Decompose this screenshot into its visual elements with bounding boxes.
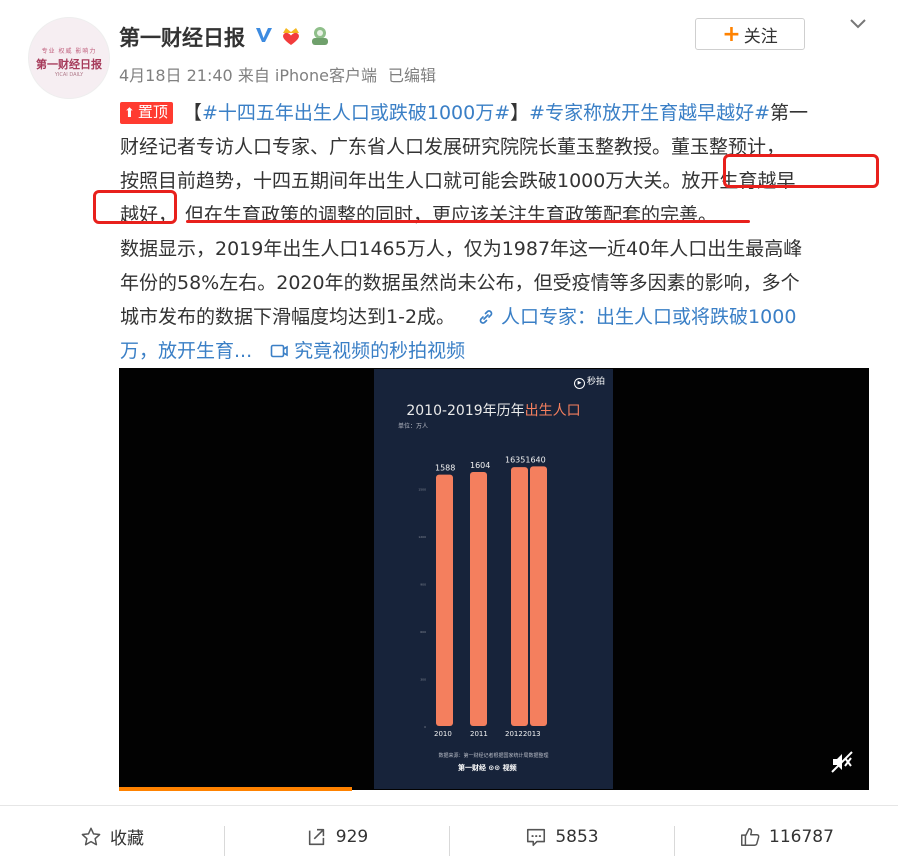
post-date[interactable]: 4月18日 21:40 <box>119 66 233 85</box>
repost-icon <box>308 828 324 845</box>
like-count: 116787 <box>769 826 834 847</box>
comment-button[interactable]: 5853 <box>450 806 674 867</box>
pin-icon: ⬆ <box>124 106 135 121</box>
bar-2012 <box>511 467 528 726</box>
post-line-3-text: 按照目前趋势，十四五期间年出生人口就可能会跌破1000万大关。 <box>120 170 682 192</box>
highlight-box-2 <box>93 190 177 224</box>
member-badge-icon <box>312 27 328 45</box>
chart-source: 数据来源：第一财经记者根据国家统计局数据整理 <box>438 753 549 759</box>
value-label: 16351640 <box>505 455 546 464</box>
star-icon <box>81 827 101 845</box>
bracket-close: 】 <box>510 102 530 124</box>
bar-chart: 0 300 600 900 1200 1500 1588 1604 16351640 2010 20… <box>418 455 547 738</box>
y-tick-label: 900 <box>420 583 426 587</box>
mute-icon[interactable] <box>830 750 854 774</box>
favorite-button[interactable]: 收藏 <box>0 806 224 867</box>
value-label: 1604 <box>470 461 490 470</box>
hashtag-link-1[interactable]: #十四五年出生人口或跌破1000万# <box>202 102 510 124</box>
bar-2011 <box>470 472 487 726</box>
highlight-underline <box>186 220 750 223</box>
bracket-open: 【 <box>182 102 202 124</box>
weibo-post-card: 专业 权威 影响力 第一财经日报 YICAI DAILY 第一财经日报 4月18… <box>0 0 898 867</box>
post-line-7-text: 城市发布的数据下滑幅度均达到1-2成。 <box>120 306 456 328</box>
avatar[interactable]: 专业 权威 影响力 第一财经日报 YICAI DAILY <box>28 17 110 99</box>
avatar-tagline: 专业 权威 影响力 <box>41 48 97 55</box>
post-line-4: 越好， 但在生育政策的调整的同时，更应该关注生育政策配套的完善。 <box>120 198 865 232</box>
article-link-text-1: 人口专家：出生人口或将跌破1000 <box>501 306 797 328</box>
avatar-logo-text: 第一财经日报 <box>36 58 102 71</box>
chevron-down-icon[interactable] <box>848 14 868 34</box>
thumbs-up-icon <box>741 827 760 846</box>
post-source: 来自 iPhone客户端 <box>237 66 377 85</box>
yicai-logo: 第一财经 ⊙⊙ 视频 <box>458 764 517 772</box>
crown-heart-icon <box>283 28 299 45</box>
comment-icon <box>527 828 546 846</box>
link-icon <box>479 310 493 324</box>
action-bar: 收藏 929 5853 116787 <box>0 806 898 867</box>
video-link[interactable]: 究竟视频的秒拍视频 <box>270 340 465 362</box>
repost-count: 929 <box>335 826 369 847</box>
video-link-text: 究竟视频的秒拍视频 <box>294 340 466 362</box>
post-text: ⬆ 置顶 【#十四五年出生人口或跌破1000万#】#专家称放开生育越早越好#第一 财… <box>120 96 865 368</box>
highlight-box-1 <box>723 154 879 188</box>
bar-2013 <box>530 466 547 726</box>
post-line-5: 数据显示，2019年出生人口1465万人，仅为1987年这一近40年人口出生最高… <box>120 238 803 260</box>
y-tick-label: 0 <box>424 725 426 729</box>
article-link-cont[interactable]: 万，放开生育... <box>120 340 252 362</box>
bar-2010 <box>436 474 453 726</box>
video-icon <box>270 344 288 358</box>
y-tick-label: 600 <box>420 630 426 634</box>
favorite-label: 收藏 <box>110 829 144 849</box>
verified-icon <box>256 28 272 42</box>
hashtag-link-2[interactable]: #专家称放开生育越早越好# <box>529 102 770 124</box>
edited-label[interactable]: 已编辑 <box>388 66 436 85</box>
author-name[interactable]: 第一财经日报 <box>119 22 245 52</box>
pinned-label: 置顶 <box>137 103 168 121</box>
post-line-8: 万，放开生育... 究竟视频的秒拍视频 <box>120 334 865 368</box>
y-tick-label: 1200 <box>418 535 426 539</box>
y-tick-label: 300 <box>420 678 426 682</box>
post-line-7: 城市发布的数据下滑幅度均达到1-2成。 人口专家：出生人口或将跌破1000 <box>120 300 865 334</box>
comment-count: 5853 <box>555 826 599 847</box>
x-tick-label: 20122013 <box>505 730 541 738</box>
like-button[interactable]: 116787 <box>675 806 898 867</box>
video-frame: ▶ 秒拍 2010-2019年历年出生人口 单位：万人 0 300 600 900 120… <box>374 369 613 789</box>
x-tick-label: 2010 <box>434 730 452 738</box>
follow-label: 关注 <box>743 26 778 47</box>
post-line-1-tail: 第一 <box>770 102 809 124</box>
follow-button[interactable]: + 关注 <box>695 18 805 50</box>
post-line-6: 年份的58%左右。2020年的数据虽然尚未公布，但受疫情等多因素的影响，多个 <box>120 272 800 294</box>
article-link[interactable]: 人口专家：出生人口或将跌破1000 <box>477 306 796 328</box>
repost-button[interactable]: 929 <box>225 806 449 867</box>
pinned-badge: ⬆ 置顶 <box>120 102 173 124</box>
plus-icon: + <box>722 21 741 47</box>
post-line-1: ⬆ 置顶 【#十四五年出生人口或跌破1000万#】#专家称放开生育越早越好#第一 <box>120 96 865 130</box>
post-meta: 4月18日 21:40 来自 iPhone客户端 已编辑 <box>119 62 436 86</box>
y-tick-label: 1500 <box>418 488 426 492</box>
avatar-subtext: YICAI DAILY <box>54 72 84 78</box>
video-progress-bar[interactable] <box>119 787 352 791</box>
value-label: 1588 <box>435 464 455 473</box>
x-tick-label: 2011 <box>470 730 488 738</box>
